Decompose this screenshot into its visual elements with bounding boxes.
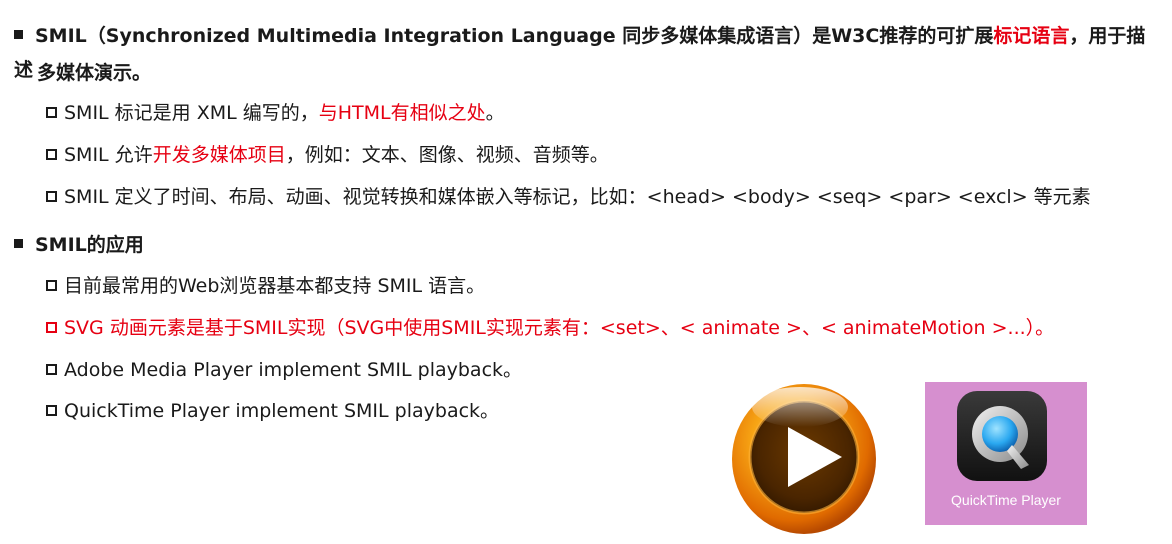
slide: SMIL（Synchronized Multimedia Integration…	[0, 0, 1172, 544]
bullet-square-icon	[14, 30, 23, 39]
checkbox-bullet-icon	[46, 149, 57, 160]
bullet-square-icon	[14, 239, 23, 248]
item-text: QuickTime Player implement SMIL playback…	[64, 400, 500, 422]
item-text: Adobe Media Player implement SMIL playba…	[64, 359, 523, 381]
section1-item-1: SMIL 标记是用 XML 编写的，与HTML有相似之处。	[46, 99, 505, 127]
checkbox-bullet-icon	[46, 107, 57, 118]
item-highlight: 与HTML有相似之处	[318, 102, 486, 124]
section2-item-1: 目前最常用的Web浏览器基本都支持 SMIL 语言。	[46, 272, 485, 300]
checkbox-bullet-icon	[46, 280, 57, 291]
section1-item-2: SMIL 允许开发多媒体项目，例如：文本、图像、视频、音频等。	[46, 141, 609, 169]
item-prefix: SMIL 允许	[64, 144, 153, 166]
section1-heading-highlight: 标记语言	[993, 25, 1070, 47]
quicktime-icon	[957, 391, 1047, 481]
section2-heading: SMIL的应用	[14, 228, 1154, 262]
section2-item-3: Adobe Media Player implement SMIL playba…	[46, 356, 522, 384]
quicktime-label: QuickTime Player	[951, 492, 1061, 508]
item-suffix: 。	[485, 102, 505, 124]
section2-item-4: QuickTime Player implement SMIL playback…	[46, 397, 499, 425]
section1-heading-prefix: SMIL（Synchronized Multimedia Integration…	[35, 25, 994, 47]
item-prefix: SMIL 标记是用 XML 编写的，	[64, 102, 319, 124]
checkbox-bullet-icon	[46, 322, 57, 333]
item-suffix: ，例如：文本、图像、视频、音频等。	[285, 144, 609, 166]
checkbox-bullet-icon	[46, 364, 57, 375]
section1-heading-line2: 多媒体演示。	[37, 62, 152, 84]
section1-item-3: SMIL 定义了时间、布局、动画、视觉转换和媒体嵌入等标记，比如：<head> …	[46, 183, 1091, 211]
checkbox-bullet-icon	[46, 191, 57, 202]
item-highlight: 开发多媒体项目	[152, 144, 286, 166]
section2-heading-text: SMIL的应用	[35, 234, 144, 256]
section2-item-2: SVG 动画元素是基于SMIL实现（SVG中使用SMIL实现元素有：<set>、…	[46, 314, 1054, 342]
item-text: 目前最常用的Web浏览器基本都支持 SMIL 语言。	[64, 275, 486, 297]
media-player-play-icon	[732, 384, 876, 534]
item-text: SMIL 定义了时间、布局、动画、视觉转换和媒体嵌入等标记，比如：<head> …	[64, 186, 1091, 208]
item-text: SVG 动画元素是基于SMIL实现（SVG中使用SMIL实现元素有：<set>、…	[64, 317, 1055, 339]
checkbox-bullet-icon	[46, 405, 57, 416]
quicktime-player-tile: QuickTime Player	[925, 382, 1087, 525]
